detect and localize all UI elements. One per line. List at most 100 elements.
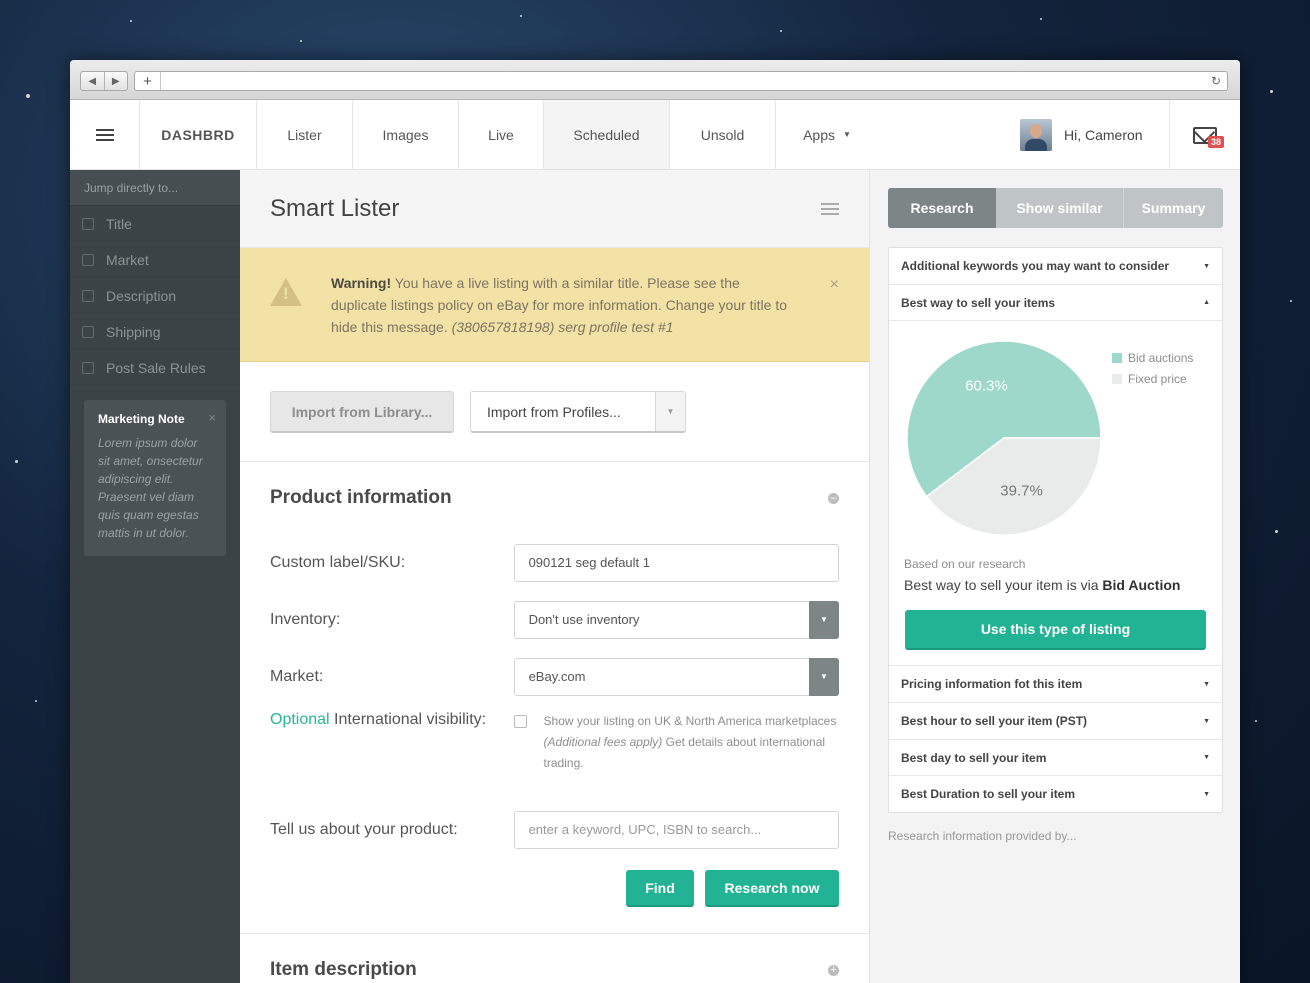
chevron-down-icon: ▼ bbox=[1203, 790, 1210, 798]
sidebar-item-shipping[interactable]: Shipping bbox=[70, 314, 240, 350]
action-row: Find Research now bbox=[240, 858, 869, 934]
tab-research[interactable]: Research bbox=[888, 188, 996, 228]
accordion-label: Best way to sell your items bbox=[901, 295, 1056, 310]
note-text: Lorem ipsum dolor sit amet, onsectetur a… bbox=[98, 436, 203, 540]
user-icon bbox=[82, 361, 94, 374]
warning-strong: Warning! bbox=[331, 275, 392, 291]
research-accordion: Additional keywords you may want to cons… bbox=[888, 247, 1223, 813]
accordion-label: Additional keywords you may want to cons… bbox=[901, 259, 1170, 273]
sidebar-item-label: Description bbox=[106, 287, 177, 304]
tab-scheduled[interactable]: Scheduled bbox=[544, 100, 670, 169]
tab-show-similar[interactable]: Show similar bbox=[996, 188, 1124, 228]
chevron-down-icon: ▼ bbox=[843, 130, 851, 139]
tab-apps[interactable]: Apps ▼ bbox=[776, 100, 878, 169]
best-way-text: Best way to sell your item is via Bid Au… bbox=[904, 577, 1180, 593]
plus-icon[interactable]: + bbox=[135, 72, 161, 90]
import-library-button[interactable]: Import from Library... bbox=[270, 391, 454, 433]
list-menu-icon[interactable] bbox=[821, 200, 839, 218]
chevron-down-icon: ▼ bbox=[1203, 262, 1210, 270]
close-icon[interactable]: × bbox=[830, 276, 839, 294]
research-now-button[interactable]: Research now bbox=[705, 870, 839, 907]
item-description-header[interactable]: Item description + bbox=[270, 934, 839, 983]
find-button[interactable]: Find bbox=[626, 870, 694, 907]
tab-live[interactable]: Live bbox=[459, 100, 544, 169]
collapse-icon[interactable]: – bbox=[828, 492, 839, 504]
sidebar-item-post-sale-rules[interactable]: Post Sale Rules bbox=[70, 350, 240, 386]
main-header: Smart Lister bbox=[240, 170, 869, 248]
close-icon[interactable]: × bbox=[208, 410, 216, 425]
mail-count-badge: 38 bbox=[1208, 136, 1225, 148]
reload-icon[interactable]: ↻ bbox=[1211, 74, 1221, 88]
user-menu[interactable]: Hi, Cameron bbox=[1020, 100, 1143, 170]
main-content: Smart Lister Warning! You have a live li… bbox=[240, 170, 870, 983]
intl-fees-note: (Additional fees apply) bbox=[543, 735, 663, 749]
legend-swatch bbox=[1112, 373, 1122, 384]
chevron-down-icon[interactable]: ▼ bbox=[655, 392, 685, 431]
tab-lister[interactable]: Lister bbox=[257, 100, 353, 169]
sidebar-item-title[interactable]: Title bbox=[70, 206, 240, 242]
brand-logo[interactable]: DASHBRD bbox=[140, 100, 257, 169]
accordion-best-hour[interactable]: Best hour to sell your item (PST) ▼ bbox=[889, 703, 1222, 740]
avatar bbox=[1020, 119, 1052, 151]
sidebar-item-label: Title bbox=[106, 215, 132, 232]
import-row: Import from Library... Import from Profi… bbox=[240, 362, 869, 462]
inventory-select[interactable]: Don't use inventory ▼ bbox=[513, 600, 839, 639]
legend-item-fixed: Fixed price bbox=[1112, 368, 1193, 389]
accordion-keywords[interactable]: Additional keywords you may want to cons… bbox=[889, 248, 1222, 285]
edit-icon bbox=[82, 217, 94, 230]
legend-label: Fixed price bbox=[1128, 371, 1187, 386]
address-bar[interactable]: + ↻ bbox=[134, 71, 1228, 91]
tab-apps-label: Apps bbox=[803, 126, 835, 143]
best-prefix: Best way to sell your item is via bbox=[904, 577, 1103, 593]
market-row: Market: eBay.com ▼ bbox=[270, 648, 839, 705]
chart-legend: Bid auctions Fixed price bbox=[1112, 347, 1193, 389]
import-profiles-label: Import from Profiles... bbox=[487, 403, 621, 420]
product-information-section: Product information – Custom label/SKU: … bbox=[240, 462, 869, 983]
mail-button[interactable] bbox=[1169, 100, 1240, 170]
intl-label-text: International visibility: bbox=[329, 711, 487, 728]
tab-unsold[interactable]: Unsold bbox=[670, 100, 776, 169]
sidebar-item-description[interactable]: Description bbox=[70, 278, 240, 314]
browser-window: ◀ ▶ + ↻ DASHBRD Lister Images Live Sched… bbox=[70, 60, 1240, 983]
chevron-down-icon[interactable]: ▼ bbox=[809, 657, 839, 696]
expand-icon[interactable]: + bbox=[828, 964, 839, 976]
inventory-row: Inventory: Don't use inventory ▼ bbox=[270, 591, 839, 648]
legend-swatch bbox=[1112, 352, 1122, 363]
best-way-body: 60.3% 39.7% Bid auctions Fixed price Base… bbox=[889, 321, 1222, 666]
use-listing-type-button[interactable]: Use this type of listing bbox=[905, 610, 1206, 650]
import-profiles-dropdown[interactable]: Import from Profiles... ▼ bbox=[470, 391, 686, 433]
sidebar: Jump directly to... Title Market Descrip… bbox=[70, 170, 240, 983]
note-title: Marketing Note bbox=[98, 412, 185, 426]
search-input[interactable]: enter a keyword, UPC, ISBN to search... bbox=[513, 810, 839, 849]
accordion-pricing[interactable]: Pricing information fot this item ▼ bbox=[889, 666, 1222, 703]
intl-checkbox[interactable] bbox=[513, 715, 527, 728]
back-icon[interactable]: ◀ bbox=[81, 72, 104, 90]
market-label: Market: bbox=[270, 667, 324, 685]
warning-listing: (380657818198) serg profile test #1 bbox=[451, 319, 674, 335]
accordion-best-duration[interactable]: Best Duration to sell your item ▼ bbox=[889, 776, 1222, 812]
chevron-down-icon: ▼ bbox=[1203, 680, 1210, 688]
tell-row: Tell us about your product: enter a keyw… bbox=[270, 801, 839, 858]
history-buttons: ◀ ▶ bbox=[80, 71, 128, 91]
sidebar-item-market[interactable]: Market bbox=[70, 242, 240, 278]
tab-images[interactable]: Images bbox=[353, 100, 459, 169]
pie-data-label: 39.7% bbox=[1000, 482, 1043, 499]
menu-icon[interactable] bbox=[70, 100, 140, 169]
inventory-label: Inventory: bbox=[270, 610, 341, 628]
optional-tag: Optional bbox=[270, 711, 330, 728]
chevron-down-icon[interactable]: ▼ bbox=[809, 600, 839, 639]
page-title: Smart Lister bbox=[270, 194, 400, 222]
forward-icon[interactable]: ▶ bbox=[103, 72, 128, 90]
market-select[interactable]: eBay.com ▼ bbox=[513, 657, 839, 696]
accordion-label: Best Duration to sell your item bbox=[901, 787, 1076, 801]
sku-input[interactable]: 090121 seg default 1 bbox=[513, 543, 839, 582]
accordion-best-day[interactable]: Best day to sell your item ▼ bbox=[889, 740, 1222, 776]
research-panel: Research Show similar Summary Additional… bbox=[870, 170, 1240, 983]
provided-by-text: Research information provided by... bbox=[888, 829, 1077, 843]
market-value: eBay.com bbox=[528, 669, 586, 684]
tab-summary[interactable]: Summary bbox=[1124, 188, 1223, 228]
pie-data-label: 60.3% bbox=[965, 378, 1008, 395]
pie-chart: 60.3% 39.7% bbox=[906, 340, 1102, 536]
accordion-best-way[interactable]: Best way to sell your items ▲ bbox=[889, 285, 1222, 321]
accordion-label: Best day to sell your item bbox=[901, 750, 1047, 765]
